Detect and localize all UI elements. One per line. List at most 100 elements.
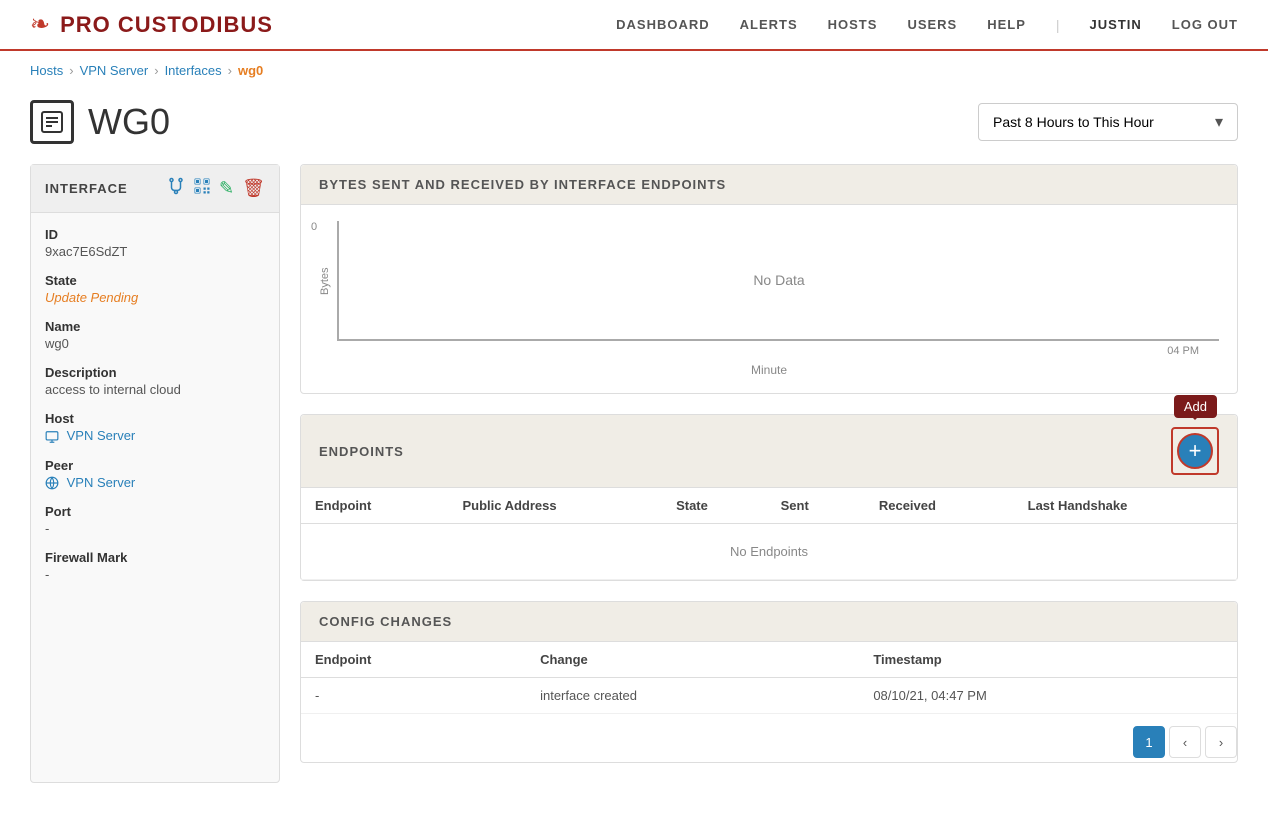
field-peer-link[interactable]: VPN Server (67, 475, 136, 490)
field-state-label: State (45, 273, 265, 288)
host-icon (45, 428, 63, 443)
field-firewall-mark-label: Firewall Mark (45, 550, 265, 565)
config-col-change: Change (526, 642, 859, 678)
config-table: Endpoint Change Timestamp -interface cre… (301, 642, 1237, 714)
chart-container: Bytes 0 No Data 04 PM (319, 221, 1219, 341)
breadcrumb: Hosts › VPN Server › Interfaces › wg0 (0, 51, 1268, 90)
field-peer-label: Peer (45, 458, 265, 473)
nav-help[interactable]: HELP (987, 17, 1026, 32)
col-sent: Sent (767, 488, 865, 524)
page-title-icon (30, 100, 74, 144)
delete-icon[interactable]: 🗑 (242, 178, 265, 199)
endpoints-title: ENDPOINTS (319, 444, 404, 459)
field-host-label: Host (45, 411, 265, 426)
config-section-header: CONFIG CHANGES (301, 602, 1237, 642)
right-panel: BYTES SENT AND RECEIVED BY INTERFACE END… (300, 164, 1238, 783)
endpoints-no-data-row: No Endpoints (301, 524, 1237, 580)
col-public-address: Public Address (448, 488, 662, 524)
nav-hosts[interactable]: HOSTS (828, 17, 878, 32)
prev-page-button[interactable]: ‹ (1169, 726, 1201, 758)
chart-section-header: BYTES SENT AND RECEIVED BY INTERFACE END… (301, 165, 1237, 205)
page-title: WG0 (30, 100, 170, 144)
field-state: State Update Pending (45, 273, 265, 305)
plus-icon: + (1189, 438, 1202, 464)
chart-y-label: Bytes (319, 221, 331, 341)
field-firewall-mark: Firewall Mark - (45, 550, 265, 582)
time-selector-button[interactable]: Past 8 Hours to This Hour ▾ (978, 103, 1238, 141)
col-state: State (662, 488, 767, 524)
field-name: Name wg0 (45, 319, 265, 351)
main-content: INTERFACE (0, 164, 1268, 813)
field-id: ID 9xac7E6SdZT (45, 227, 265, 259)
nav-users[interactable]: USERS (907, 17, 957, 32)
nav-username[interactable]: JUSTIN (1090, 17, 1142, 32)
nav-logout[interactable]: LOG OUT (1172, 17, 1238, 32)
nav-dashboard[interactable]: DASHBOARD (616, 17, 710, 32)
chevron-down-icon: ▾ (1215, 112, 1223, 132)
col-last-handshake: Last Handshake (1014, 488, 1237, 524)
field-state-value: Update Pending (45, 290, 265, 305)
field-id-label: ID (45, 227, 265, 242)
field-peer-value: VPN Server (45, 475, 265, 491)
add-endpoint-button[interactable]: + (1177, 433, 1213, 469)
config-cell-timestamp: 08/10/21, 04:47 PM (859, 678, 1237, 714)
breadcrumb-current: wg0 (238, 63, 263, 78)
chart-x-label: Minute (319, 363, 1219, 377)
logo-icon: ❧ (30, 10, 50, 39)
field-description-value: access to internal cloud (45, 382, 265, 397)
sidebar-title: INTERFACE (45, 181, 128, 196)
endpoints-section: ENDPOINTS Add + Endpoint Public A (300, 414, 1238, 581)
field-peer: Peer VPN Server (45, 458, 265, 491)
page-1-button[interactable]: 1 (1133, 726, 1165, 758)
breadcrumb-vpn-server[interactable]: VPN Server (80, 63, 149, 78)
chart-section: BYTES SENT AND RECEIVED BY INTERFACE END… (300, 164, 1238, 394)
sidebar-header: INTERFACE (31, 165, 279, 213)
endpoints-header: ENDPOINTS Add + (301, 415, 1237, 488)
chart-body: Bytes 0 No Data 04 PM Minute (301, 205, 1237, 393)
sidebar-body: ID 9xac7E6SdZT State Update Pending Name… (31, 213, 279, 610)
next-page-button[interactable]: › (1205, 726, 1237, 758)
field-host-value: VPN Server (45, 428, 265, 444)
breadcrumb-interfaces[interactable]: Interfaces (165, 63, 222, 78)
main-nav: DASHBOARD ALERTS HOSTS USERS HELP | JUST… (616, 17, 1238, 33)
field-id-value: 9xac7E6SdZT (45, 244, 265, 259)
field-firewall-mark-value: - (45, 567, 265, 582)
config-section: CONFIG CHANGES Endpoint Change Timestamp… (300, 601, 1238, 763)
field-host-link[interactable]: VPN Server (67, 428, 136, 443)
chart-time-label: 04 PM (1167, 345, 1199, 357)
config-col-endpoint: Endpoint (301, 642, 526, 678)
page-title-text: WG0 (88, 101, 170, 143)
edit-icon[interactable]: ✎ (219, 178, 234, 199)
pagination: 1 ‹ › (301, 714, 1237, 762)
add-button-container: Add + (1177, 433, 1213, 469)
field-description-label: Description (45, 365, 265, 380)
config-table-header-row: Endpoint Change Timestamp (301, 642, 1237, 678)
chart-zero: 0 (311, 221, 317, 233)
field-port-label: Port (45, 504, 265, 519)
field-port: Port - (45, 504, 265, 536)
nav-alerts[interactable]: ALERTS (740, 17, 798, 32)
time-selector-label: Past 8 Hours to This Hour (993, 114, 1154, 130)
config-cell-endpoint: - (301, 678, 526, 714)
sidebar-actions: ✎ 🗑 (167, 177, 265, 200)
table-row: -interface created08/10/21, 04:47 PM (301, 678, 1237, 714)
page-title-row: WG0 Past 8 Hours to This Hour ▾ (0, 90, 1268, 164)
breadcrumb-sep-1: › (69, 63, 73, 78)
breadcrumb-hosts[interactable]: Hosts (30, 63, 63, 78)
field-port-value: - (45, 521, 265, 536)
fork-icon[interactable] (167, 177, 185, 200)
add-tooltip: Add (1174, 395, 1217, 418)
header: ❧ PRO CUSTODIBUS DASHBOARD ALERTS HOSTS … (0, 0, 1268, 51)
chart-area: 0 No Data 04 PM (337, 221, 1219, 341)
qr-icon[interactable] (193, 177, 211, 200)
field-host: Host VPN Server (45, 411, 265, 444)
config-cell-change: interface created (526, 678, 859, 714)
endpoints-table-container: Endpoint Public Address State Sent Recei… (301, 488, 1237, 580)
breadcrumb-sep-2: › (154, 63, 158, 78)
config-table-container: Endpoint Change Timestamp -interface cre… (301, 642, 1237, 714)
endpoints-table-header-row: Endpoint Public Address State Sent Recei… (301, 488, 1237, 524)
chart-no-data: No Data (753, 272, 804, 288)
sidebar: INTERFACE (30, 164, 280, 783)
field-description: Description access to internal cloud (45, 365, 265, 397)
peer-icon (45, 475, 63, 490)
